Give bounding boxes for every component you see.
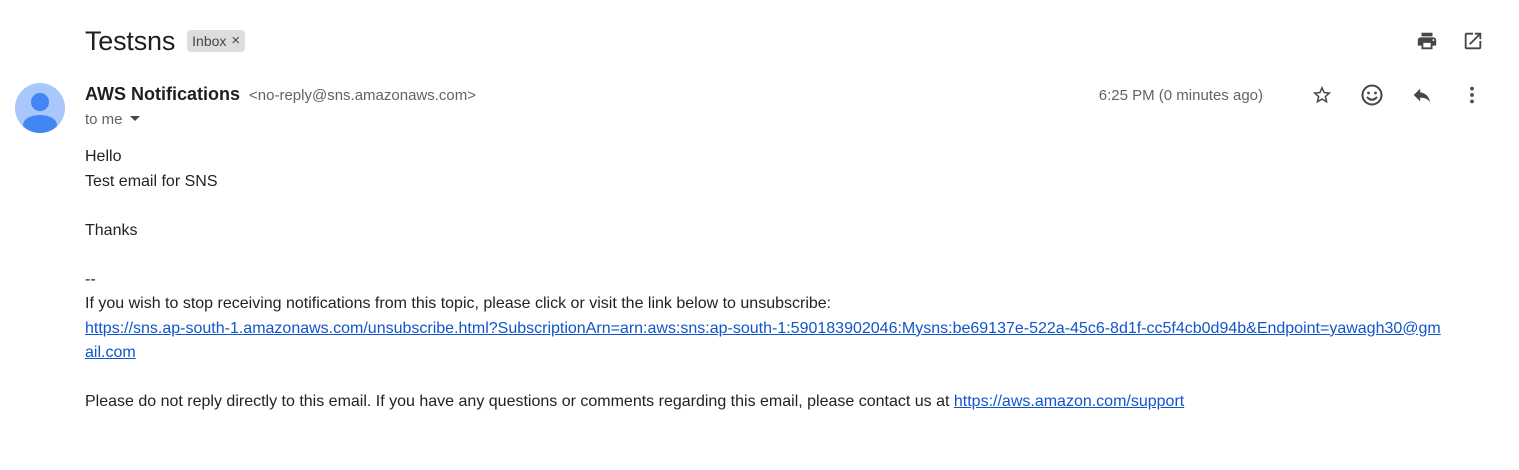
open-in-new-window-icon[interactable] bbox=[1460, 28, 1486, 54]
person-avatar-icon bbox=[23, 93, 57, 133]
emoji-icon[interactable] bbox=[1359, 82, 1385, 108]
star-icon[interactable] bbox=[1309, 82, 1335, 108]
print-icon[interactable] bbox=[1414, 28, 1440, 54]
timestamp: 6:25 PM (0 minutes ago) bbox=[1098, 86, 1263, 104]
support-link[interactable]: https://aws.amazon.com/support bbox=[954, 393, 1184, 410]
email-subject: Testsns bbox=[85, 25, 176, 56]
unsubscribe-text: If you wish to stop receiving notificati… bbox=[85, 295, 832, 312]
recipient-text: to me bbox=[85, 111, 123, 128]
sender-line: AWS Notifications <no-reply@sns.amazonaw… bbox=[85, 84, 476, 105]
reply-icon[interactable] bbox=[1409, 82, 1435, 108]
footer-paragraph: Please do not reply directly to this ema… bbox=[85, 390, 1445, 415]
thanks-text: Thanks bbox=[85, 221, 138, 239]
recipient-line: to me bbox=[85, 111, 141, 128]
body-line: Test email for SNS bbox=[85, 172, 218, 190]
label-text: Inbox bbox=[192, 33, 227, 49]
thread-actions bbox=[1414, 28, 1486, 54]
sender-email: <no-reply@sns.amazonaws.com> bbox=[249, 87, 477, 104]
remove-label-icon[interactable]: × bbox=[231, 32, 240, 50]
footer-text: Please do not reply directly to this ema… bbox=[85, 393, 954, 410]
greeting-text: Hello bbox=[85, 148, 122, 165]
more-vert-icon[interactable] bbox=[1459, 82, 1485, 108]
unsubscribe-link[interactable]: https://sns.ap-south-1.amazonaws.com/uns… bbox=[85, 320, 1441, 362]
message-actions: 6:25 PM (0 minutes ago) bbox=[1099, 82, 1485, 108]
caret-down-icon[interactable] bbox=[129, 111, 141, 128]
signature-separator: -- bbox=[85, 270, 96, 288]
sender-avatar[interactable] bbox=[15, 83, 65, 133]
inbox-label-chip[interactable]: Inbox × bbox=[187, 30, 246, 52]
email-body: Hello Test email for SNS Thanks -- If yo… bbox=[85, 145, 1445, 415]
subject-row: Testsns Inbox × bbox=[85, 24, 246, 58]
sender-name[interactable]: AWS Notifications bbox=[85, 84, 240, 104]
